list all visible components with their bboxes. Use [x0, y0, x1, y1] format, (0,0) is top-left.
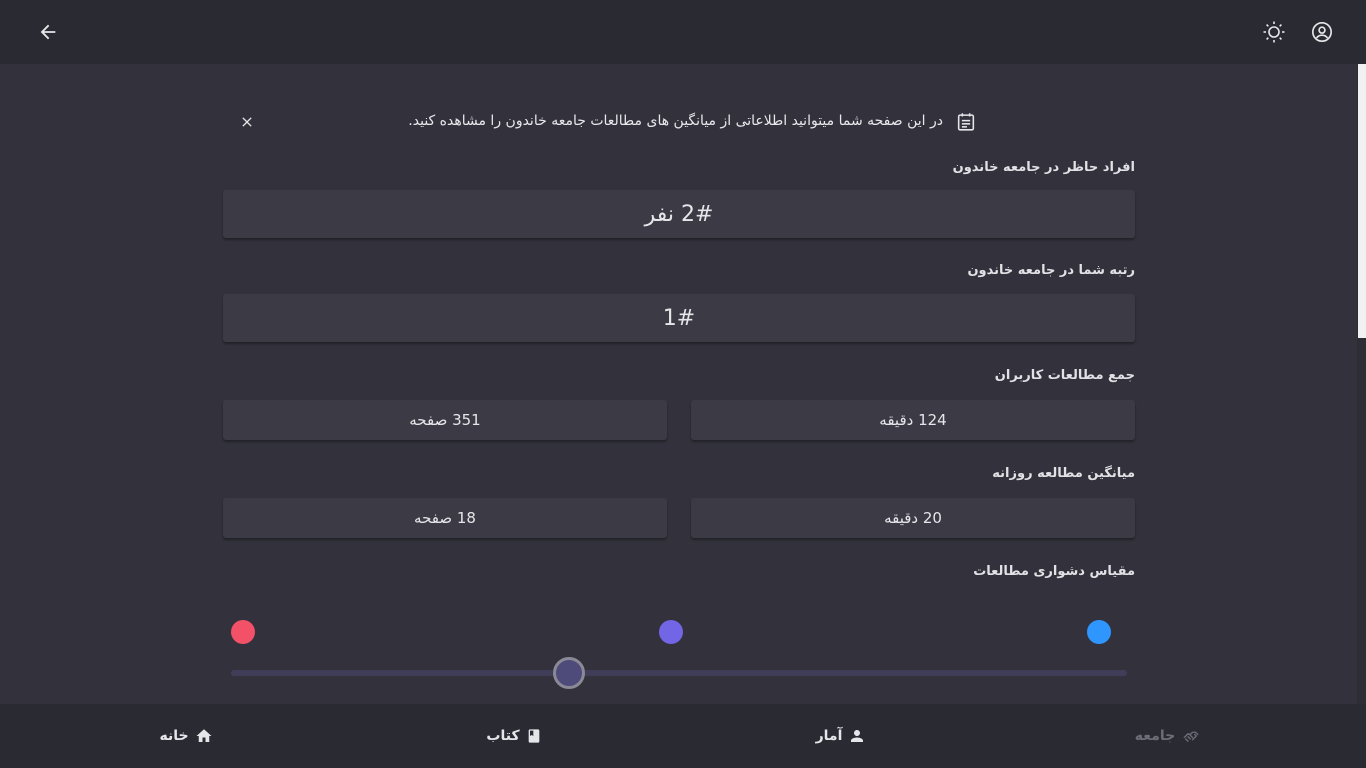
close-notice-button[interactable] [235, 110, 259, 134]
nav-stats-label: آمار [815, 728, 843, 744]
difficulty-slider-track[interactable] [231, 670, 1127, 676]
sun-icon [1263, 21, 1285, 43]
arrow-left-icon [40, 24, 56, 40]
difficulty-slider-thumb[interactable] [553, 657, 585, 689]
account-button[interactable] [1302, 12, 1342, 52]
total-reading-row: 351 صفحه 124 دقیقه [223, 400, 1135, 440]
info-notice: در این صفحه شما میتوانید اطلاعاتی از میا… [223, 100, 1135, 146]
home-icon [196, 729, 212, 742]
nav-community[interactable]: جامعه [1068, 704, 1268, 768]
rank-card: 1# [223, 294, 1135, 342]
nav-stats[interactable]: آمار [741, 704, 941, 768]
scrollbar-thumb[interactable] [1358, 64, 1366, 338]
difficulty-scale [223, 582, 1135, 692]
calendar-note-icon [955, 111, 977, 137]
difficulty-easy-dot [1087, 620, 1111, 644]
members-count-card: 2# نفر [223, 190, 1135, 238]
daily-average-title: میانگین مطالعه روزانه [992, 466, 1135, 481]
difficulty-hard-dot [231, 620, 255, 644]
book-icon [528, 729, 539, 743]
account-circle-icon [1312, 22, 1332, 42]
daily-pages-card: 18 صفحه [223, 498, 667, 538]
theme-toggle-button[interactable] [1254, 12, 1294, 52]
nav-home-label: خانه [159, 728, 189, 744]
main-content: در این صفحه شما میتوانید اطلاعاتی از میا… [223, 100, 1135, 692]
nav-community-label: جامعه [1134, 728, 1176, 744]
daily-average-row: 18 صفحه 20 دقیقه [223, 498, 1135, 538]
handshake-icon [1183, 731, 1199, 742]
rank-title: رتبه شما در جامعه خاندون [967, 263, 1135, 278]
total-minutes-card: 124 دقیقه [691, 400, 1135, 440]
back-button[interactable] [28, 12, 68, 52]
top-app-bar [0, 0, 1366, 64]
daily-minutes-card: 20 دقیقه [691, 498, 1135, 538]
nav-book-label: کتاب [486, 728, 520, 744]
nav-book[interactable]: کتاب [414, 704, 614, 768]
difficulty-medium-dot [659, 620, 683, 644]
members-title: افراد حاظر در جامعه خاندون [952, 160, 1135, 175]
bottom-navigation: خانه کتاب آمار جامعه [0, 704, 1366, 768]
total-pages-card: 351 صفحه [223, 400, 667, 440]
nav-home[interactable]: خانه [86, 704, 286, 768]
total-reading-title: جمع مطالعات کاربران [994, 368, 1135, 383]
difficulty-title: مقیاس دشواری مطالعات [973, 564, 1135, 579]
notice-text: در این صفحه شما میتوانید اطلاعاتی از میا… [408, 113, 943, 129]
close-icon [242, 117, 252, 127]
person-icon [851, 730, 864, 742]
